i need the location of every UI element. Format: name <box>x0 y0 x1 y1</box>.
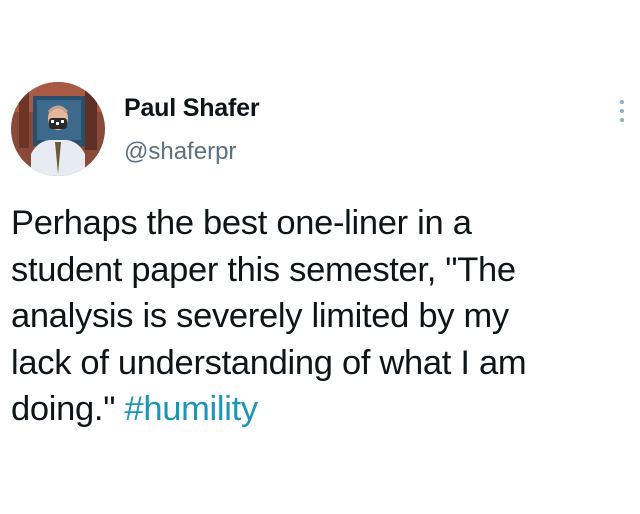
tweet-text-line: doing." #humility <box>11 390 258 428</box>
author-avatar[interactable] <box>11 82 105 176</box>
tweet-text-line: analysis is severely limited by my <box>11 297 509 335</box>
hashtag-link[interactable]: #humility <box>124 390 258 428</box>
author-display-name[interactable]: Paul Shafer <box>124 94 260 123</box>
tweet-text-line: Perhaps the best one-liner in a <box>11 204 472 242</box>
author-handle[interactable]: @shaferpr <box>124 138 236 166</box>
tweet-text-line: lack of understanding of what I am <box>11 343 527 382</box>
tweet-text: Perhaps the best one-liner in a student … <box>11 200 629 433</box>
vertical-ellipsis-icon <box>620 100 624 122</box>
tweet-text-line: student paper this semester, "The <box>11 250 516 289</box>
tweet-card: Paul Shafer @shaferpr Perhaps the best o… <box>0 0 640 514</box>
avatar-photo-icon <box>11 82 105 176</box>
more-options-button[interactable] <box>612 96 632 126</box>
